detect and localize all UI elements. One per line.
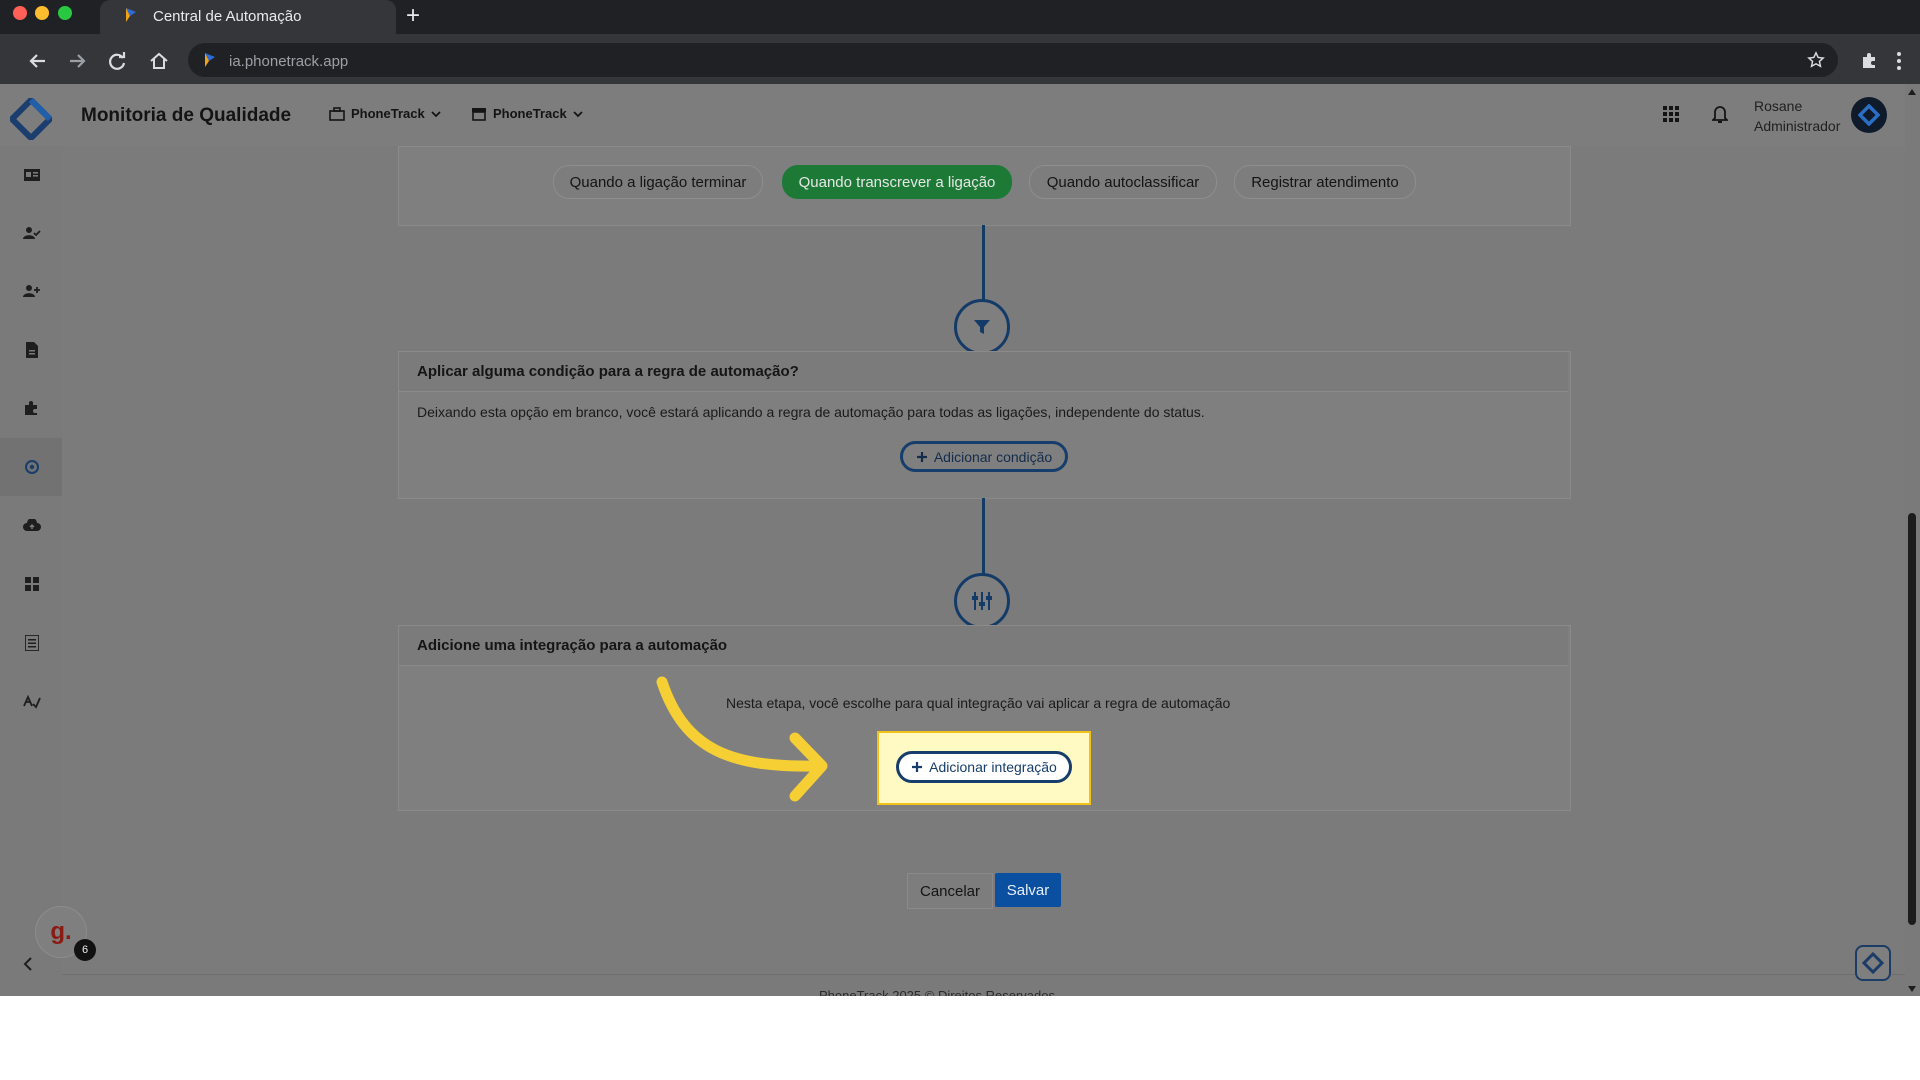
page-title: Monitoria de Qualidade xyxy=(81,105,292,126)
sidebar xyxy=(0,146,63,996)
store-icon xyxy=(472,107,486,121)
new-tab-button[interactable]: + xyxy=(406,3,420,29)
trigger-call-transcribed[interactable]: Quando transcrever a ligação xyxy=(782,165,1012,199)
signature-icon[interactable] xyxy=(22,692,42,712)
store-dropdown[interactable]: PhoneTrack xyxy=(471,106,583,121)
list-icon[interactable] xyxy=(22,633,42,653)
site-favicon-icon xyxy=(205,53,215,67)
automation-icon[interactable] xyxy=(22,457,42,477)
plus-icon xyxy=(912,762,923,772)
filter-icon xyxy=(974,320,990,334)
trigger-auto-classified[interactable]: Quando autoclassificar xyxy=(1029,165,1217,199)
phonetrack-favicon-icon xyxy=(126,8,136,22)
user-plus-icon[interactable] xyxy=(22,281,42,301)
scroll-up-icon[interactable] xyxy=(1907,88,1917,96)
condition-description: Deixando esta opção em branco, você esta… xyxy=(417,404,1205,420)
collapse-sidebar-icon[interactable] xyxy=(22,956,34,972)
add-integration-button[interactable]: Adicionar integração xyxy=(896,751,1072,783)
integration-title: Adicione uma integração para a automação xyxy=(417,637,728,654)
user-name: Rosane xyxy=(1754,98,1803,114)
document-icon[interactable] xyxy=(22,340,42,360)
browser-menu-icon[interactable] xyxy=(1896,51,1902,71)
user-check-icon[interactable] xyxy=(22,223,42,243)
contact-card-icon[interactable] xyxy=(22,165,42,185)
minimize-window-icon[interactable] xyxy=(35,6,49,20)
cancel-button[interactable]: Cancelar xyxy=(907,873,993,909)
bookmark-star-icon[interactable] xyxy=(1807,51,1825,69)
puzzle-icon[interactable] xyxy=(22,398,42,418)
forward-arrow-icon[interactable] xyxy=(66,50,88,72)
filter-node xyxy=(954,299,1010,355)
chevron-down-icon xyxy=(573,110,583,117)
avatar-logo-icon xyxy=(1858,104,1880,126)
grid-blocks-icon[interactable] xyxy=(22,574,42,594)
flow-connector xyxy=(982,225,985,300)
flow-connector xyxy=(982,498,985,574)
avatar[interactable] xyxy=(1851,97,1887,133)
add-condition-button[interactable]: Adicionar condição xyxy=(900,441,1068,472)
annotation-arrow-icon xyxy=(656,676,828,802)
url-text[interactable]: ia.phonetrack.app xyxy=(229,53,348,70)
maximize-window-icon[interactable] xyxy=(58,6,72,20)
screen: Central de Automação + ia.phonetrack.app… xyxy=(0,0,1920,996)
trigger-call-ended[interactable]: Quando a ligação terminar xyxy=(553,165,763,199)
cloud-upload-icon[interactable] xyxy=(22,515,42,535)
save-button[interactable]: Salvar xyxy=(995,873,1061,907)
browser-tab[interactable]: Central de Automação xyxy=(100,0,396,34)
back-arrow-icon[interactable] xyxy=(27,50,49,72)
notification-bell-icon[interactable] xyxy=(1712,104,1728,124)
address-bar[interactable] xyxy=(188,43,1838,77)
close-window-icon[interactable] xyxy=(13,6,27,20)
add-integration-label: Adicionar integração xyxy=(929,759,1057,775)
apps-grid-icon[interactable] xyxy=(1663,106,1679,122)
phonetrack-logo-icon[interactable] xyxy=(10,98,52,140)
home-icon[interactable] xyxy=(148,50,170,72)
help-widget[interactable] xyxy=(1855,945,1891,981)
scrollbar-thumb[interactable] xyxy=(1908,513,1916,925)
scroll-down-icon[interactable] xyxy=(1907,985,1917,993)
trigger-register-service[interactable]: Registrar atendimento xyxy=(1234,165,1416,199)
company-dropdown-label: PhoneTrack xyxy=(351,106,425,121)
extensions-puzzle-icon[interactable] xyxy=(1860,50,1880,70)
add-condition-label: Adicionar condição xyxy=(933,448,1053,465)
store-dropdown-label: PhoneTrack xyxy=(493,106,567,121)
tab-title: Central de Automação xyxy=(153,8,302,25)
grammarly-count-badge: 6 xyxy=(74,939,96,961)
condition-title: Aplicar alguma condição para a regra de … xyxy=(417,363,799,380)
chevron-down-icon xyxy=(431,110,441,117)
footer-text: PhoneTrack 2025 © Direitos Reservados xyxy=(819,988,1055,996)
plus-icon xyxy=(916,451,927,462)
briefcase-icon xyxy=(329,106,345,121)
sliders-icon xyxy=(972,592,992,610)
reload-icon[interactable] xyxy=(106,50,128,72)
company-dropdown[interactable]: PhoneTrack xyxy=(329,106,441,121)
user-role: Administrador xyxy=(1754,118,1841,134)
phonetrack-help-icon xyxy=(1862,952,1884,974)
integration-node xyxy=(954,573,1010,629)
